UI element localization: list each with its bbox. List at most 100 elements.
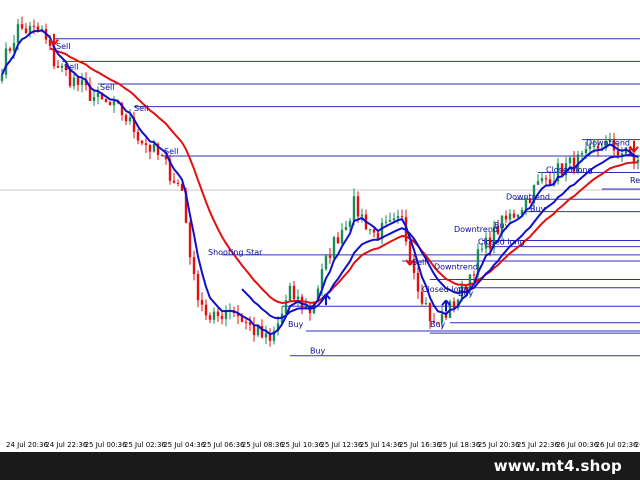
candle-body <box>72 77 76 87</box>
candle-body <box>516 214 520 218</box>
time-tick-label: 25 Jul 00:36 <box>84 441 127 449</box>
signal-label-buy: Buy <box>288 320 304 329</box>
candle-body <box>336 237 340 244</box>
time-tick-label: 24 Jul 22:36 <box>45 441 88 449</box>
candle-body <box>296 296 300 300</box>
candle-body <box>104 99 108 102</box>
moving-averages <box>1 29 639 336</box>
candle-body <box>452 301 456 308</box>
candle-body <box>140 140 144 144</box>
signal-label-buy: Buy <box>430 320 446 329</box>
chart-canvas[interactable]: Sell Sell Sell Sell Sell Shooting Star Buy Buy S… <box>0 0 640 452</box>
candle-body <box>172 180 176 183</box>
signal-label-sell: Sell <box>134 104 148 113</box>
footer-bar: www.mt4.shop <box>0 452 640 480</box>
candle-body <box>356 196 360 217</box>
candle-body <box>144 143 148 146</box>
candle-body <box>344 226 348 230</box>
watermark-text: www.mt4.shop <box>493 457 622 475</box>
candle-body <box>292 285 296 300</box>
candle-body <box>580 153 584 155</box>
candle-body <box>20 24 24 29</box>
signal-label-buy: Buy <box>494 221 510 230</box>
time-tick-label: 25 Jul 20:36 <box>477 441 520 449</box>
candle-body <box>384 221 388 223</box>
time-tick-label: 26 <box>634 441 640 449</box>
candle-body <box>4 48 8 75</box>
time-tick-label: 25 Jul 18:36 <box>438 441 481 449</box>
signal-label-downtrend: Downtrend <box>586 139 630 148</box>
candle-body <box>152 143 156 152</box>
candle-body <box>56 66 60 68</box>
signal-label-buy: Buy <box>310 347 326 356</box>
candle-body <box>340 229 344 244</box>
signal-label-downtrend: Downtrend <box>434 262 478 271</box>
candle-body <box>392 218 396 220</box>
time-tick-label: 25 Jul 22:36 <box>516 441 559 449</box>
candle-body <box>388 219 392 222</box>
candle-body <box>352 196 356 221</box>
candle-body <box>80 79 84 85</box>
signal-label-sell: Sell <box>56 42 70 51</box>
time-tick-label: 25 Jul 10:36 <box>281 441 324 449</box>
candle-body <box>288 285 292 301</box>
time-tick-label: 26 Jul 00:36 <box>556 441 599 449</box>
candle-body <box>204 304 208 316</box>
signal-label-sell: Sell <box>100 83 114 92</box>
ma-slow-line-start <box>1 29 639 336</box>
candle-body <box>96 92 100 97</box>
candle-body <box>76 77 80 85</box>
candle-body <box>252 324 256 336</box>
candle-body <box>536 181 540 185</box>
candle-body <box>112 101 116 106</box>
time-tick-label: 25 Jul 06:36 <box>202 441 245 449</box>
candle-body <box>544 178 548 180</box>
signal-label-shooting-star: Shooting Star <box>208 248 263 257</box>
candle-body <box>188 222 192 258</box>
candle-body <box>92 96 96 101</box>
price-chart[interactable]: Sell Sell Sell Sell Sell Shooting Star Buy Buy S… <box>0 0 640 452</box>
candle-body <box>196 274 200 301</box>
time-tick-label: 25 Jul 16:36 <box>399 441 441 449</box>
candle-body <box>32 25 36 27</box>
candle-body <box>360 214 364 217</box>
candle-body <box>568 157 572 164</box>
candle-body <box>508 213 512 220</box>
candle-body <box>324 255 328 270</box>
candle-body <box>136 131 140 141</box>
candle-body <box>212 311 216 320</box>
time-tick-label: 24 Jul 20:36 <box>6 441 48 449</box>
support-resistance-levels <box>54 38 640 357</box>
candle-body <box>328 255 332 258</box>
candle-body <box>128 117 132 122</box>
candle-body <box>12 43 16 51</box>
signal-label-downtrend: Downtrend <box>454 225 498 234</box>
signal-label-closed-long: Closed long <box>478 238 525 247</box>
signal-label-downtrend: Downtrend <box>506 192 550 201</box>
time-tick-label: 25 Jul 02:36 <box>123 441 166 449</box>
candle-body <box>220 315 224 320</box>
candle-body <box>160 154 164 156</box>
signal-label-closed-long: Closed long <box>546 166 593 175</box>
candle-body <box>348 220 352 227</box>
signal-label-sell: Sell <box>64 63 78 72</box>
candle-body <box>372 229 376 233</box>
signal-label-sell: Sell <box>412 258 426 267</box>
candle-body <box>540 178 544 182</box>
candle-body <box>224 311 228 320</box>
candle-body <box>396 216 400 219</box>
signal-label-buy: Buy <box>458 289 474 298</box>
candle-body <box>264 333 268 338</box>
signal-label-buy: Buy <box>530 205 546 214</box>
candle-body <box>200 300 204 305</box>
candle-body <box>424 303 428 305</box>
candle-body <box>584 148 588 154</box>
signal-label-sell: Sell <box>164 147 178 156</box>
signal-label-rev: Reve <box>630 176 640 185</box>
time-axis: 24 Jul 20:36 24 Jul 22:36 25 Jul 00:36 25 J… <box>0 438 640 452</box>
candle-body <box>368 229 372 231</box>
candle-body <box>0 74 4 81</box>
candle-body <box>244 321 248 323</box>
candle-body <box>216 311 220 316</box>
candle-body <box>512 213 516 218</box>
